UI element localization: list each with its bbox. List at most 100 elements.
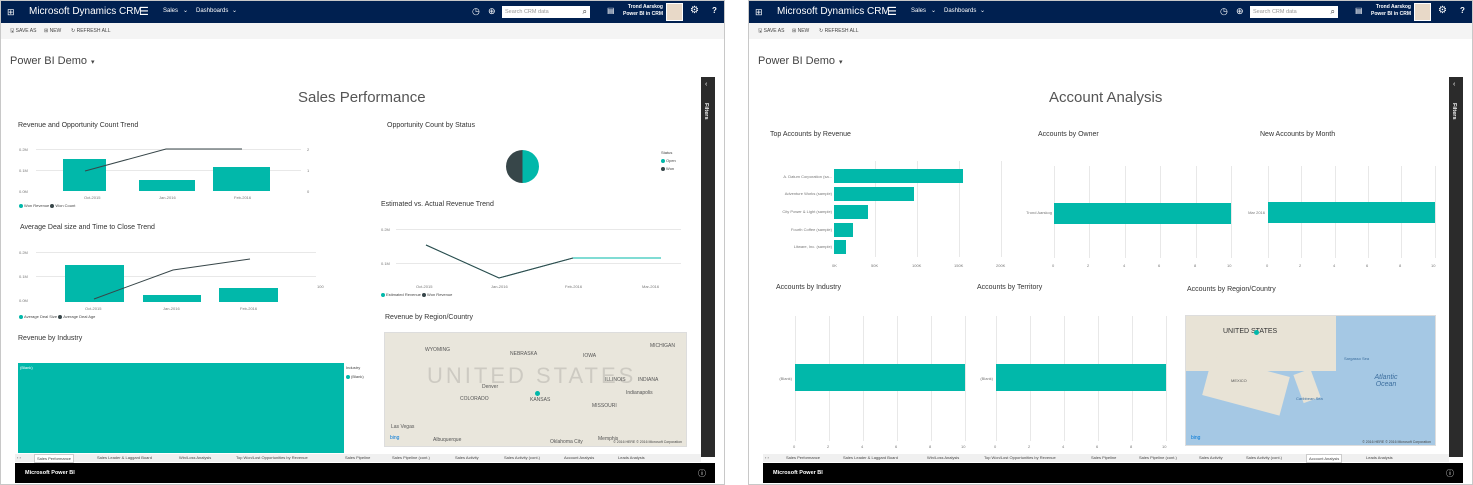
new-button[interactable]: ⊞ NEW [792, 28, 809, 34]
refresh-all-button[interactable]: ↻ REFRESH ALL [819, 28, 859, 34]
tab-nav-icon[interactable]: ‹ › [17, 455, 21, 460]
bar-city-power[interactable] [834, 205, 868, 219]
x-tick: 8 [1130, 444, 1133, 449]
x-tick: 0 [994, 444, 997, 449]
avatar[interactable] [1414, 3, 1431, 21]
user-org: Power BI in CRM [1371, 11, 1412, 17]
chart-title: New Accounts by Month [1260, 131, 1336, 138]
x-tick: 6 [1096, 444, 1099, 449]
x-tick: 2 [1028, 444, 1031, 449]
tab-account-analysis[interactable]: Account Analysis [564, 455, 594, 460]
map-region[interactable]: WYOMING NEBRASKA IOWA MICHIGAN ILLINOIS … [384, 332, 687, 447]
tab-sales-pipeline-cont[interactable]: Sales Pipeline (cont.) [392, 455, 430, 460]
tab-leads-analysis[interactable]: Leads Analysis [618, 455, 645, 460]
power-bi-label: Microsoft Power BI [773, 470, 823, 476]
tab-leads-analysis[interactable]: Leads Analysis [1366, 455, 1393, 460]
x-tick: 8 [1399, 263, 1402, 268]
map-label: Caribbean Sea [1296, 396, 1323, 401]
info-icon[interactable]: ⓘ [698, 468, 706, 479]
won-revenue-line [425, 244, 574, 279]
tab-sales-performance[interactable]: Sales Performance [34, 454, 75, 463]
search-input[interactable]: Search CRM data ⌕ [1250, 6, 1338, 18]
info-icon[interactable]: ⓘ [1446, 468, 1454, 479]
tab-sales-pipeline[interactable]: Sales Pipeline [345, 455, 370, 460]
map-point[interactable] [1254, 330, 1259, 335]
x-tick: 200K [996, 263, 1006, 268]
y-category: Adventure Works (sample) [784, 191, 832, 196]
report-title: Account Analysis [1049, 89, 1163, 106]
filters-label: Filters [1451, 103, 1457, 120]
bar-territory-blank[interactable] [996, 364, 1166, 391]
chevron-down-icon[interactable]: ⌄ [980, 7, 985, 14]
create-plus-icon[interactable]: ⊕ [1236, 6, 1244, 17]
advanced-find-icon[interactable]: ▤ [1355, 6, 1363, 15]
x-tick: 10 [1162, 444, 1167, 449]
help-icon[interactable]: ? [1460, 6, 1465, 15]
bar-mar-2016[interactable] [1268, 202, 1435, 223]
menu-icon[interactable]: ☰ [887, 5, 897, 18]
y-category: City Power & Light (sample) [782, 209, 832, 214]
tab-sales-pipeline-cont[interactable]: Sales Pipeline (cont.) [1139, 455, 1177, 460]
map-label: UNITED STATES [1223, 328, 1278, 335]
dashboard-selector[interactable]: Power BI Demo ▾ [758, 55, 843, 67]
tab-sales-activity[interactable]: Sales Activity [1199, 455, 1223, 460]
gridline [1231, 166, 1232, 258]
bar-fourth-coffee[interactable] [834, 223, 853, 237]
estimated-revenue-line [425, 244, 661, 279]
chart-title: Top Accounts by Revenue [770, 131, 851, 138]
legend: Estimated Revenue Won Revenue [381, 292, 452, 297]
user-info[interactable]: Trond Aarskog Power BI in CRM [1371, 4, 1411, 18]
x-tick: 8 [1194, 263, 1197, 268]
x-tick: 4 [1123, 263, 1126, 268]
y-category: (Blank) [980, 376, 993, 381]
map-label: MEXICO [1231, 378, 1247, 383]
tab-sales-activity-cont[interactable]: Sales Activity (cont.) [504, 455, 540, 460]
map-label: MICHIGAN [650, 343, 675, 349]
search-icon[interactable]: ⌕ [1331, 7, 1335, 17]
command-bar: 🖫 SAVE AS ⊞ NEW ↻ REFRESH ALL [749, 23, 1472, 39]
filters-pane[interactable]: ‹ Filters [1449, 77, 1463, 457]
tab-sales-leader[interactable]: Sales Leader & Laggard Board [843, 455, 898, 460]
tab-sales-pipeline[interactable]: Sales Pipeline [1091, 455, 1116, 460]
report-tabs: ‹ › Sales Performance Sales Leader & Lag… [763, 454, 1449, 463]
tab-sales-leader[interactable]: Sales Leader & Laggard Board [97, 455, 152, 460]
tab-top-won-lost[interactable]: Top Won/Lost Opportunities by Revenue [236, 455, 308, 460]
x-tick: Mar-2016 [642, 284, 660, 289]
y-category: (Blank) [779, 376, 792, 381]
map-point[interactable] [535, 391, 540, 396]
bar-industry-blank[interactable] [795, 364, 965, 391]
recent-clock-icon[interactable]: ◷ [1220, 6, 1228, 17]
user-name: Trond Aarskog [1375, 4, 1411, 10]
bar-litware[interactable] [834, 240, 846, 254]
map-region[interactable]: UNITED STATES MEXICO Atlantic Ocean Sarg… [1185, 315, 1436, 446]
app-launcher-icon[interactable]: ⊞ [755, 7, 765, 17]
nav-area-sales[interactable]: Sales [911, 8, 926, 14]
tab-account-analysis[interactable]: Account Analysis [1306, 454, 1343, 463]
treemap-block-blank[interactable]: (Blank) [18, 363, 344, 453]
map-attribution: © 2016 HERE © 2016 Microsoft Corporation [1362, 440, 1431, 444]
bing-logo: bing [390, 435, 400, 441]
tab-sales-performance[interactable]: Sales Performance [786, 455, 820, 460]
chevron-left-icon[interactable]: ‹ [1453, 81, 1455, 88]
bar-adventure-works[interactable] [834, 187, 914, 201]
x-tick: 100K [912, 263, 922, 268]
gridline [965, 316, 966, 441]
tab-sales-activity[interactable]: Sales Activity [455, 455, 479, 460]
x-tick: 8 [929, 444, 932, 449]
bar-a-datum[interactable] [834, 169, 963, 183]
gear-icon[interactable]: ⚙ [1438, 5, 1447, 16]
tab-sales-activity-cont[interactable]: Sales Activity (cont.) [1246, 455, 1282, 460]
bar-trond-aarskog[interactable] [1054, 203, 1231, 224]
nav-page-dashboards[interactable]: Dashboards [944, 8, 976, 14]
gridline [1166, 316, 1167, 441]
save-as-button[interactable]: 🖫 SAVE AS [758, 28, 784, 36]
map-attribution: © 2016 HERE © 2016 Microsoft Corporation [613, 440, 682, 444]
map-label: INDIANA [638, 377, 659, 383]
x-tick: 10 [961, 444, 966, 449]
chevron-down-icon[interactable]: ⌄ [931, 7, 936, 14]
tab-top-won-lost[interactable]: Top Won/Lost Opportunities by Revenue [984, 455, 1056, 460]
tab-win-loss[interactable]: Win/Loss Analysis [179, 455, 211, 460]
tab-nav-icon[interactable]: ‹ › [765, 455, 769, 460]
x-tick: 50K [871, 263, 879, 268]
tab-win-loss[interactable]: Win/Loss Analysis [927, 455, 959, 460]
